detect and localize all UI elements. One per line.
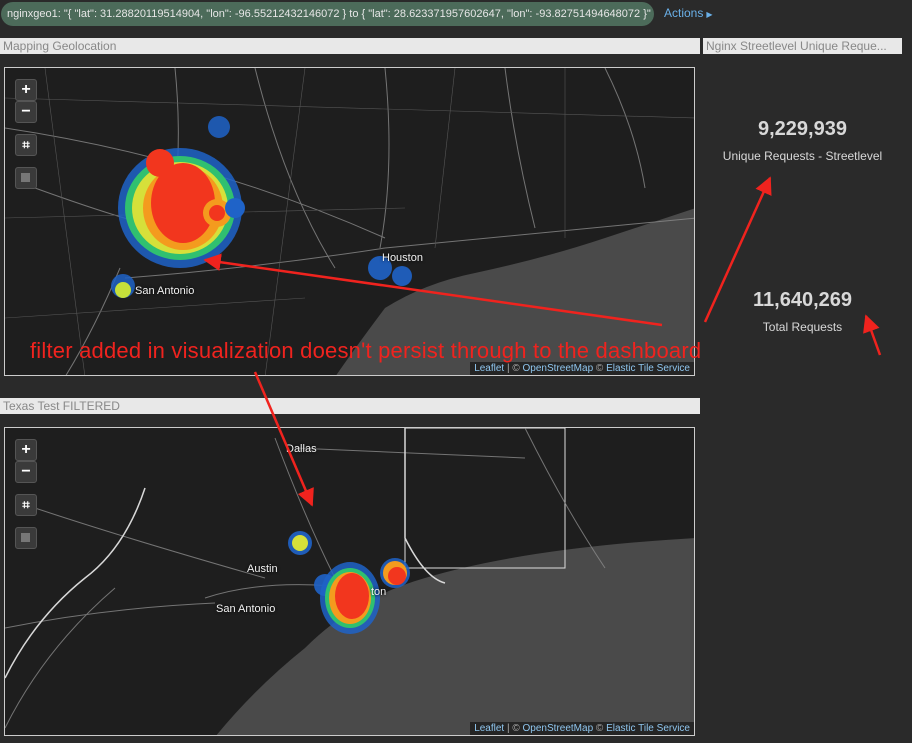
annotation-text: filter added in visualization doesn't pe… — [30, 338, 702, 363]
filter-bar: nginxgeo1: "{ "lat": 31.28820119514904, … — [0, 0, 912, 30]
attribution-separator: | © — [504, 363, 523, 374]
crop-icon[interactable]: ⌗ — [15, 134, 37, 156]
draw-rectangle-button[interactable] — [15, 167, 37, 189]
leaflet-link[interactable]: Leaflet — [474, 723, 504, 734]
map-tiles — [5, 68, 694, 375]
map-texas-test-filtered[interactable]: Dallas Austin San Antonio ton + − ⌗ Leaf… — [4, 427, 695, 736]
geo-filter-pill[interactable]: nginxgeo1: "{ "lat": 31.28820119514904, … — [1, 2, 654, 26]
metric-total-requests-value: 11,640,269 — [753, 289, 852, 311]
panel-title-mapping-geolocation: Mapping Geolocation — [0, 38, 700, 54]
zoom-out-button[interactable]: − — [15, 461, 37, 483]
elastic-tile-link[interactable]: Elastic Tile Service — [606, 723, 690, 734]
crop-icon[interactable]: ⌗ — [15, 494, 37, 516]
city-label-san-antonio: San Antonio — [135, 285, 195, 297]
metric-total-requests-label: Total Requests — [762, 320, 843, 334]
zoom-in-button[interactable]: + — [15, 439, 37, 461]
osm-link[interactable]: OpenStreetMap — [523, 363, 594, 374]
metric-unique-requests-label: Unique Requests - Streetlevel — [722, 149, 883, 163]
city-label-san-antonio: San Antonio — [216, 603, 276, 615]
square-icon — [21, 173, 30, 182]
city-label-houston: Houston — [382, 252, 423, 264]
zoom-in-button[interactable]: + — [15, 79, 37, 101]
map-attribution: Leaflet | © OpenStreetMap © Elastic Tile… — [470, 722, 694, 735]
map-tiles — [5, 428, 694, 735]
attribution-separator-2: © — [593, 723, 607, 734]
metric-unique-requests-value: 9,229,939 — [758, 118, 847, 140]
city-label-dallas: Dallas — [286, 443, 317, 455]
attribution-separator-2: © — [593, 363, 607, 374]
heatmap-layer — [111, 116, 412, 298]
actions-label: Actions — [664, 6, 704, 20]
square-icon — [21, 533, 30, 542]
city-label-austin: Austin — [247, 563, 278, 575]
panel-title-nginx-streetlevel: Nginx Streetlevel Unique Reque... — [703, 38, 902, 54]
caret-right-icon: ▶ — [706, 10, 713, 19]
draw-rectangle-button[interactable] — [15, 527, 37, 549]
city-label-houston-partial: ton — [371, 586, 387, 598]
leaflet-link[interactable]: Leaflet — [474, 363, 504, 374]
attribution-separator: | © — [504, 723, 523, 734]
zoom-out-button[interactable]: − — [15, 101, 37, 123]
elastic-tile-link[interactable]: Elastic Tile Service — [606, 363, 690, 374]
map-mapping-geolocation[interactable]: Houston San Antonio + − ⌗ Leaflet | © Op… — [4, 67, 695, 376]
panel-title-texas-test-filtered: Texas Test FILTERED — [0, 398, 700, 414]
actions-menu-link[interactable]: Actions ▶ — [664, 6, 713, 20]
osm-link[interactable]: OpenStreetMap — [523, 723, 594, 734]
